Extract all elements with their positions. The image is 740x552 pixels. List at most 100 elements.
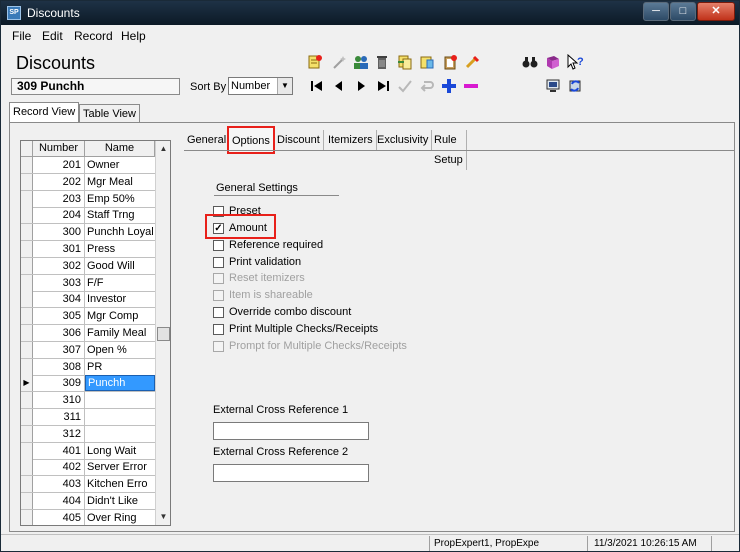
scroll-thumb[interactable]	[157, 327, 170, 341]
find-binoculars-icon[interactable]	[521, 53, 539, 71]
row-name: Long Wait	[87, 444, 137, 457]
discount-grid[interactable]: Number Name 201 Owner 202 Mgr Meal 203 Emp 50…	[20, 140, 171, 526]
dropdown-arrow-icon[interactable]: ▼	[277, 78, 292, 94]
book-icon[interactable]	[544, 53, 562, 71]
table-row[interactable]: 310	[21, 392, 155, 410]
table-row[interactable]: 405 Over Ring	[21, 509, 155, 525]
delete-trash-icon[interactable]	[373, 53, 391, 71]
checkbox	[213, 273, 224, 284]
checkbox[interactable]	[213, 307, 224, 318]
table-row[interactable]: 312	[21, 425, 155, 443]
new-record-icon[interactable]	[306, 53, 324, 71]
people-icon[interactable]	[352, 53, 370, 71]
save-check-icon[interactable]	[396, 77, 414, 95]
row-selector[interactable]	[21, 459, 33, 476]
row-selector[interactable]	[21, 341, 33, 358]
undo-icon[interactable]	[418, 77, 436, 95]
menu-file[interactable]: File	[12, 29, 31, 43]
clipboard-icon[interactable]	[441, 53, 459, 71]
row-selector[interactable]	[21, 493, 33, 509]
row-selector[interactable]	[21, 358, 33, 375]
grid-scrollbar[interactable]: ▲ ▼	[155, 141, 170, 525]
tab-discount[interactable]: Discount	[274, 130, 324, 150]
row-selector[interactable]	[21, 224, 33, 241]
table-row[interactable]: 308 PR	[21, 358, 155, 376]
terminal-icon[interactable]	[544, 77, 562, 95]
table-row[interactable]: 304 Investor	[21, 291, 155, 309]
column-header-name[interactable]: Name	[85, 141, 155, 157]
table-row[interactable]: 402 Server Error	[21, 459, 155, 477]
table-row[interactable]: 307 Open %	[21, 341, 155, 359]
external-ref2-input[interactable]	[213, 464, 369, 482]
row-selector[interactable]	[21, 241, 33, 257]
table-row[interactable]: 300 Punchh Loyal	[21, 224, 155, 242]
row-selector[interactable]	[21, 509, 33, 525]
row-selector[interactable]	[21, 190, 33, 207]
row-selector[interactable]	[21, 308, 33, 325]
row-selector[interactable]: ▶	[21, 375, 33, 392]
table-row[interactable]: 204 Staff Trng	[21, 207, 155, 225]
column-header-number[interactable]: Number	[33, 141, 85, 157]
first-record-icon[interactable]	[308, 77, 326, 95]
tab-general[interactable]: General	[184, 130, 231, 150]
table-row[interactable]: 305 Mgr Comp	[21, 308, 155, 326]
app-icon: SP	[7, 6, 21, 20]
tab-exclusivity[interactable]: Exclusivity	[374, 130, 433, 150]
row-selector[interactable]	[21, 157, 33, 173]
row-number: 402	[33, 459, 85, 476]
table-row[interactable]: 306 Family Meal	[21, 325, 155, 342]
table-row[interactable]: 201 Owner	[21, 157, 155, 174]
external-ref1-input[interactable]	[213, 422, 369, 440]
table-row[interactable]: 303 F/F	[21, 274, 155, 292]
menu-help[interactable]: Help	[121, 29, 146, 43]
next-record-icon[interactable]	[352, 77, 370, 95]
tab-table-view[interactable]: Table View	[79, 104, 140, 123]
row-selector[interactable]	[21, 291, 33, 308]
row-number: 304	[33, 291, 85, 308]
table-row[interactable]: 202 Mgr Meal	[21, 173, 155, 191]
help-pointer-icon[interactable]: ?	[566, 53, 584, 71]
wand-icon[interactable]	[330, 53, 348, 71]
row-selector[interactable]	[21, 257, 33, 274]
table-row[interactable]: 404 Didn't Like	[21, 493, 155, 510]
minimize-button[interactable]: ─	[643, 2, 669, 21]
row-selector[interactable]	[21, 392, 33, 409]
scroll-up-arrow-icon[interactable]: ▲	[156, 141, 170, 157]
checkbox[interactable]	[213, 240, 224, 251]
row-selector[interactable]	[21, 442, 33, 459]
previous-record-icon[interactable]	[330, 77, 348, 95]
row-selector[interactable]	[21, 173, 33, 190]
remove-record-icon[interactable]	[462, 77, 480, 95]
tab-record-view[interactable]: Record View	[9, 102, 80, 123]
clear-icon[interactable]	[463, 53, 481, 71]
row-selector[interactable]	[21, 325, 33, 341]
copy-record-icon[interactable]	[396, 53, 414, 71]
close-button[interactable]: ✕	[697, 2, 735, 21]
table-row[interactable]: 311	[21, 409, 155, 426]
row-selector[interactable]	[21, 425, 33, 442]
tab-itemizers[interactable]: Itemizers	[325, 130, 377, 150]
menu-edit[interactable]: Edit	[42, 29, 63, 43]
row-selector[interactable]	[21, 409, 33, 425]
menu-record[interactable]: Record	[74, 29, 113, 43]
paste-record-icon[interactable]	[418, 53, 436, 71]
row-selector[interactable]	[21, 207, 33, 224]
table-row[interactable]: 203 Emp 50%	[21, 190, 155, 208]
row-selector[interactable]	[21, 476, 33, 493]
checkbox[interactable]	[213, 324, 224, 335]
last-record-icon[interactable]	[374, 77, 392, 95]
table-row[interactable]: 302 Good Will	[21, 257, 155, 275]
table-row[interactable]: ▶ 309 Punchh	[21, 375, 155, 393]
maximize-button[interactable]: □	[670, 2, 696, 21]
scroll-down-arrow-icon[interactable]: ▼	[156, 509, 170, 525]
table-row[interactable]: 401 Long Wait	[21, 442, 155, 460]
sort-by-select[interactable]: Number ▼	[228, 77, 293, 95]
row-name: Server Error	[87, 461, 147, 474]
add-record-icon[interactable]	[440, 77, 458, 95]
row-selector[interactable]	[21, 274, 33, 291]
sync-icon[interactable]	[566, 77, 584, 95]
table-row[interactable]: 403 Kitchen Erro	[21, 476, 155, 494]
row-name: Didn't Like	[87, 495, 139, 507]
checkbox[interactable]	[213, 257, 224, 268]
table-row[interactable]: 301 Press	[21, 241, 155, 258]
